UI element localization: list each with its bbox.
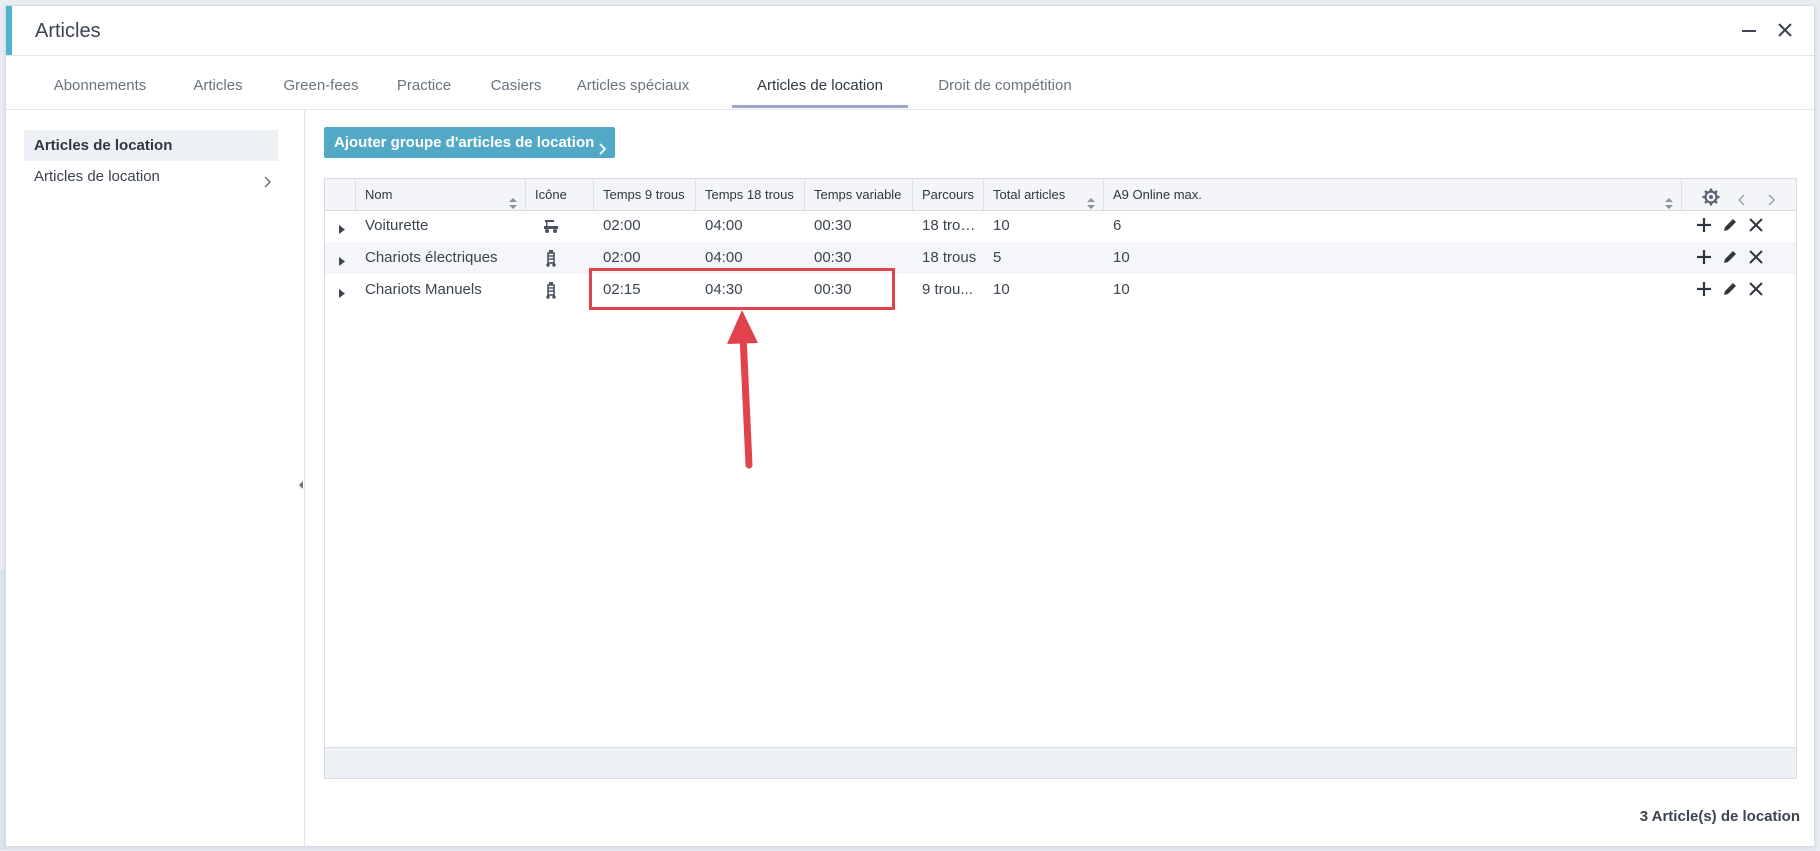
- expand-row-icon[interactable]: [339, 253, 345, 271]
- cell-nom: Chariots électriques: [365, 249, 498, 266]
- edit-pencil-icon[interactable]: [1722, 281, 1738, 302]
- minimize-icon: [1742, 30, 1756, 32]
- expand-row-icon[interactable]: [339, 221, 345, 239]
- sidebar-item-articles-de-location[interactable]: Articles de location: [24, 161, 278, 192]
- cell-a9-online-max: 6: [1113, 217, 1122, 234]
- settings-gear-icon[interactable]: [1702, 186, 1720, 210]
- cell-parcours: 9 trou...: [922, 281, 973, 298]
- header-expand: [325, 179, 355, 210]
- chevron-right-icon: [597, 136, 607, 167]
- header-temps-9-trous[interactable]: Temps 9 trous: [593, 179, 695, 210]
- chevron-right-icon[interactable]: [1766, 187, 1776, 210]
- sort-icon[interactable]: [509, 189, 517, 210]
- header-total-label: Total articles: [993, 187, 1066, 202]
- edit-pencil-icon[interactable]: [1722, 249, 1738, 270]
- row-actions: [1696, 281, 1776, 299]
- cell-nom: Voiturette: [365, 217, 429, 234]
- delete-x-icon[interactable]: [1748, 217, 1764, 238]
- minimize-button[interactable]: [1737, 18, 1761, 42]
- cell-temps-9-trous: 02:00: [603, 217, 641, 234]
- grid-footer: [325, 747, 1796, 778]
- header-temps-variable[interactable]: Temps variable: [804, 179, 912, 210]
- header-temps-18-trous[interactable]: Temps 18 trous: [695, 179, 804, 210]
- title-bar: Articles: [6, 6, 1814, 56]
- sort-icon[interactable]: [1087, 189, 1095, 210]
- highlight-box: [589, 268, 895, 310]
- annotation-arrow-icon: [727, 310, 758, 469]
- header-total-articles[interactable]: Total articles: [983, 179, 1103, 210]
- edit-pencil-icon[interactable]: [1722, 217, 1738, 238]
- header-tools: [1681, 179, 1796, 210]
- tab-practice[interactable]: Practice: [382, 56, 466, 108]
- caret-left-icon: [299, 481, 303, 489]
- close-icon: [1778, 23, 1792, 37]
- add-icon[interactable]: [1696, 249, 1712, 270]
- add-rental-group-button[interactable]: Ajouter groupe d'articles de location: [324, 127, 615, 158]
- table-row[interactable]: Chariots Manuels 02:15 04:30 00:30 9 tro…: [325, 274, 1796, 306]
- tab-green-fees[interactable]: Green-fees: [272, 56, 370, 108]
- cell-parcours: 18 trous: [922, 249, 977, 266]
- header-parcours[interactable]: Parcours: [912, 179, 983, 210]
- golf-trolley-icon: [545, 250, 557, 272]
- add-rental-group-label: Ajouter groupe d'articles de location: [334, 134, 595, 151]
- cell-temps-18-trous: 04:00: [705, 217, 743, 234]
- chevron-right-icon: [262, 169, 272, 200]
- window-title: Articles: [35, 20, 101, 42]
- row-actions: [1696, 249, 1776, 267]
- chevron-left-icon[interactable]: [1737, 187, 1747, 210]
- cell-total-articles: 5: [993, 249, 1002, 266]
- close-button[interactable]: [1773, 18, 1797, 42]
- grid-header: Nom Icône Temps 9 trous Temps 18 trous T…: [325, 179, 1796, 211]
- delete-x-icon[interactable]: [1748, 249, 1764, 270]
- collapse-sidebar-handle[interactable]: [298, 477, 304, 489]
- tab-casiers[interactable]: Casiers: [478, 56, 554, 108]
- rental-items-grid: Nom Icône Temps 9 trous Temps 18 trous T…: [324, 178, 1797, 779]
- golf-trolley-icon: [545, 282, 557, 304]
- sort-icon[interactable]: [1665, 189, 1673, 210]
- tab-articles-speciaux[interactable]: Articles spéciaux: [566, 56, 700, 108]
- tab-droit-de-competition[interactable]: Droit de compétition: [920, 56, 1090, 108]
- expand-row-icon[interactable]: [339, 285, 345, 303]
- header-a9-online-max[interactable]: A9 Online max.: [1103, 179, 1681, 210]
- cell-total-articles: 10: [993, 217, 1010, 234]
- table-row[interactable]: Chariots électriques 02:00 04:00 00:30 1…: [325, 242, 1796, 274]
- item-count-status: 3 Article(s) de location: [1639, 808, 1800, 825]
- cell-nom: Chariots Manuels: [365, 281, 482, 298]
- add-icon[interactable]: [1696, 217, 1712, 238]
- cell-a9-online-max: 10: [1113, 249, 1130, 266]
- cell-parcours: 18 trou...: [922, 217, 980, 234]
- header-icone[interactable]: Icône: [525, 179, 593, 210]
- golf-cart-icon: [543, 218, 559, 239]
- cell-temps-variable: 00:30: [814, 217, 852, 234]
- header-a9-label: A9 Online max.: [1113, 187, 1202, 202]
- sidebar-item-label: Articles de location: [34, 168, 160, 185]
- delete-x-icon[interactable]: [1748, 281, 1764, 302]
- add-icon[interactable]: [1696, 281, 1712, 302]
- header-nom-label: Nom: [365, 187, 393, 202]
- tab-abonnements[interactable]: Abonnements: [36, 56, 164, 108]
- tab-articles-de-location[interactable]: Articles de location: [732, 56, 908, 108]
- header-nom[interactable]: Nom: [355, 179, 525, 210]
- row-actions: [1696, 217, 1776, 235]
- table-row[interactable]: Voiturette 02:00 04:00 00:30 18 trou... …: [325, 210, 1796, 242]
- cell-a9-online-max: 10: [1113, 281, 1130, 298]
- articles-window: Articles Abonnements Articles Green-fees…: [5, 5, 1815, 847]
- tab-bar: Abonnements Articles Green-fees Practice…: [6, 56, 1814, 110]
- sidebar-heading[interactable]: Articles de location: [24, 130, 278, 161]
- sidebar: Articles de location Articles de locatio…: [6, 110, 305, 846]
- tab-articles[interactable]: Articles: [176, 56, 260, 108]
- cell-total-articles: 10: [993, 281, 1010, 298]
